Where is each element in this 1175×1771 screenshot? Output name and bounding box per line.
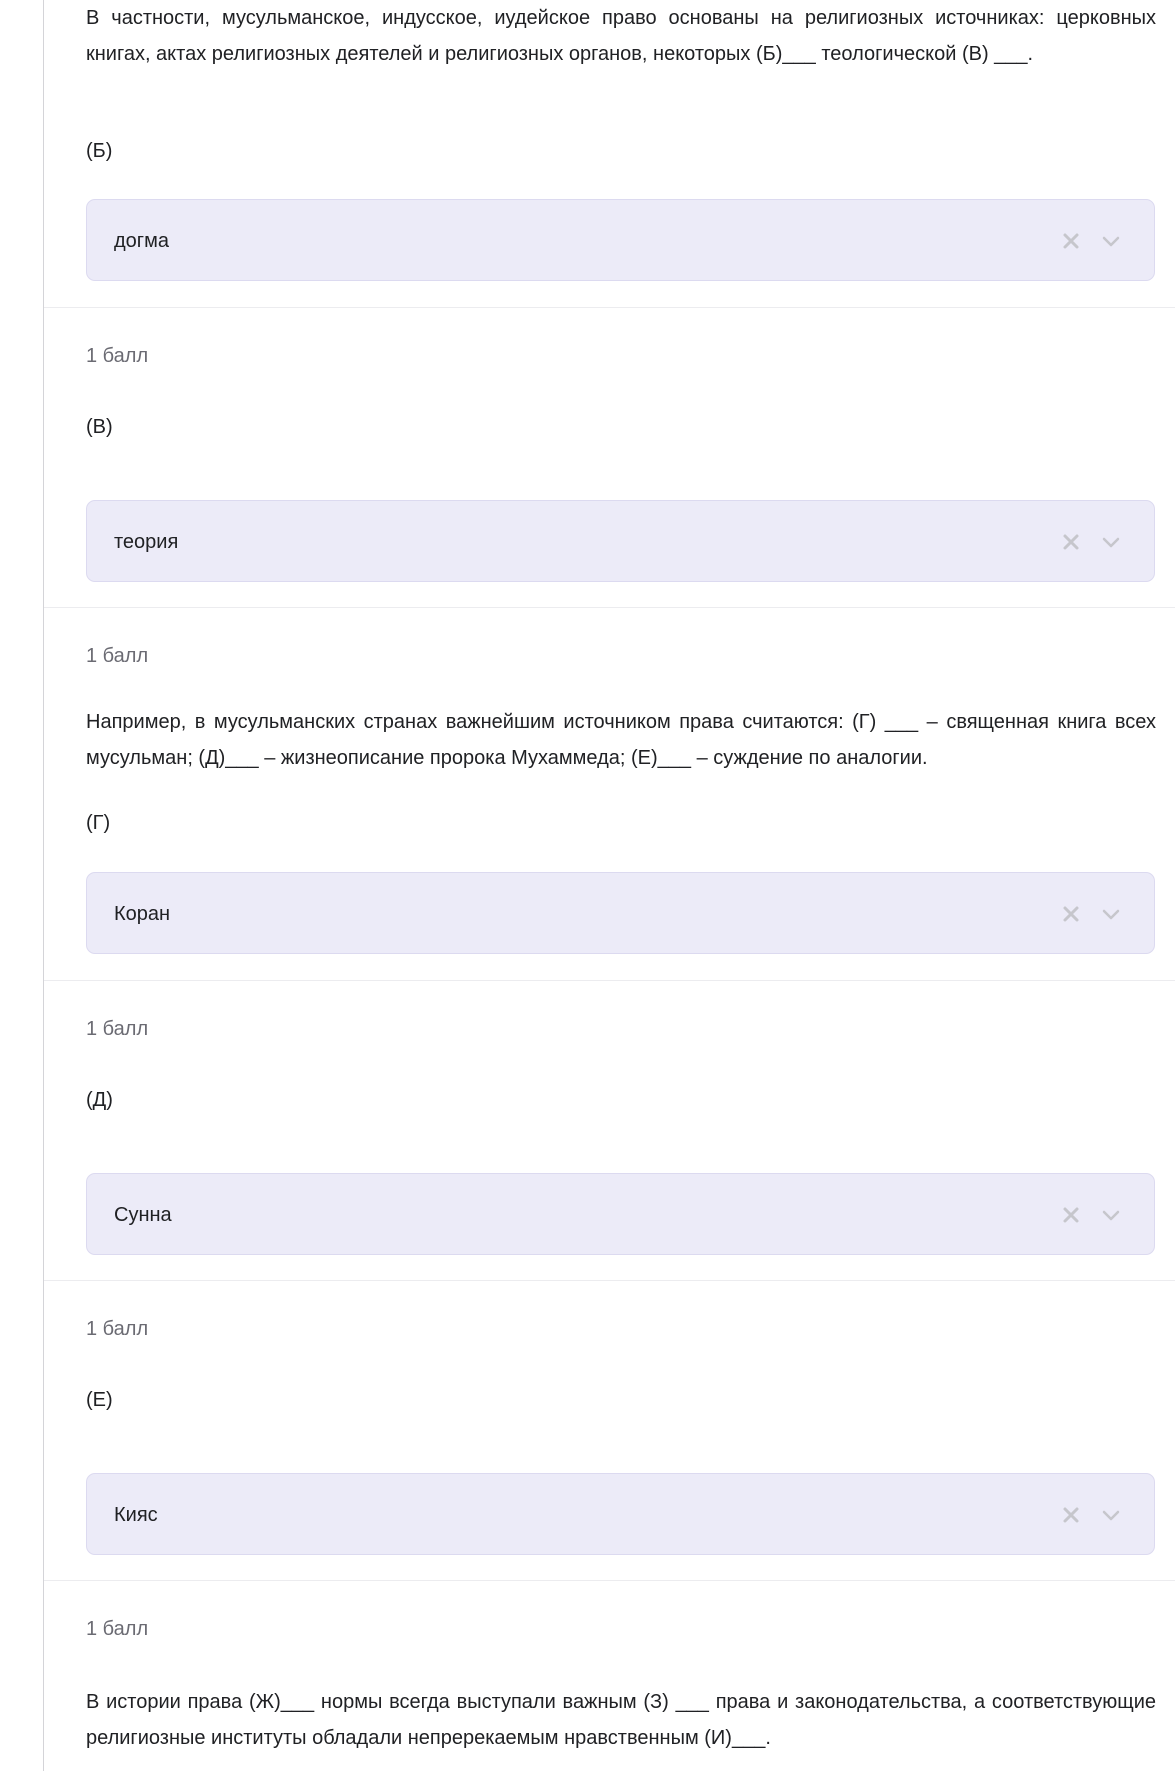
question-card-v: 1 балл (В) теория xyxy=(44,308,1175,607)
answer-select-e[interactable]: Кияс xyxy=(86,1473,1155,1555)
question-card-zh: 1 балл В истории права (Ж)___ нормы всег… xyxy=(44,1581,1175,1771)
question-card-d: 1 балл (Д) Сунна xyxy=(44,981,1175,1280)
selected-value: Кияс xyxy=(114,1504,158,1526)
form-page: В частности, мусульманское, индусское, и… xyxy=(44,0,1175,1771)
question-paragraph: В истории права (Ж)___ нормы всегда выст… xyxy=(86,1691,1156,1749)
close-icon[interactable] xyxy=(1059,530,1083,554)
points-label: 1 балл xyxy=(86,1018,149,1040)
chevron-down-icon[interactable] xyxy=(1099,229,1123,253)
answer-select-v[interactable]: теория xyxy=(86,500,1155,582)
question-card-g: 1 балл Например, в мусульманских странах… xyxy=(44,608,1175,980)
answer-select-b[interactable]: догма xyxy=(86,199,1155,281)
chevron-down-icon[interactable] xyxy=(1099,902,1123,926)
answer-select-g[interactable]: Коран xyxy=(86,872,1155,954)
question-card-e: 1 балл (Е) Кияс xyxy=(44,1281,1175,1580)
points-label: 1 балл xyxy=(86,1318,149,1340)
blank-label-d: (Д) xyxy=(86,1089,113,1111)
blank-label-e: (Е) xyxy=(86,1389,113,1411)
blank-label-g: (Г) xyxy=(86,812,111,834)
points-label: 1 балл xyxy=(86,645,149,667)
selected-value: Сунна xyxy=(114,1204,172,1226)
close-icon[interactable] xyxy=(1059,902,1083,926)
chevron-down-icon[interactable] xyxy=(1099,1203,1123,1227)
chevron-down-icon[interactable] xyxy=(1099,530,1123,554)
points-label: 1 балл xyxy=(86,1618,149,1640)
close-icon[interactable] xyxy=(1059,229,1083,253)
selected-value: теория xyxy=(114,531,179,553)
blank-label-v: (В) xyxy=(86,416,113,438)
question-paragraph: Например, в мусульманских странах важней… xyxy=(86,711,1156,769)
blank-label-b: (Б) xyxy=(86,140,113,162)
question-card-b: В частности, мусульманское, индусское, и… xyxy=(44,0,1175,307)
points-label: 1 балл xyxy=(86,345,149,367)
question-paragraph: В частности, мусульманское, индусское, и… xyxy=(86,7,1156,65)
selected-value: Коран xyxy=(114,903,171,925)
chevron-down-icon[interactable] xyxy=(1099,1503,1123,1527)
close-icon[interactable] xyxy=(1059,1503,1083,1527)
selected-value: догма xyxy=(114,230,169,252)
answer-select-d[interactable]: Сунна xyxy=(86,1173,1155,1255)
close-icon[interactable] xyxy=(1059,1203,1083,1227)
